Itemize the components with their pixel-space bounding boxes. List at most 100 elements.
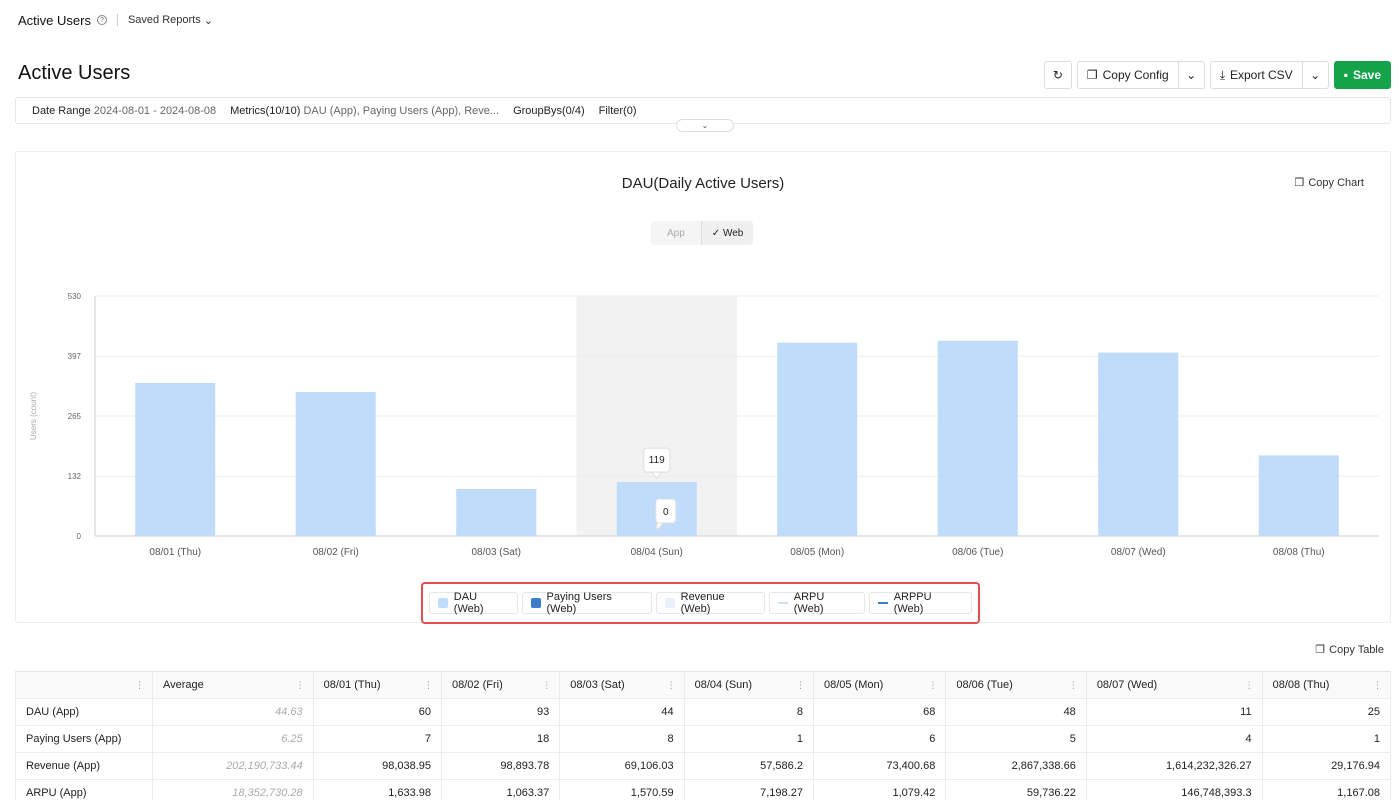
table-cell: 1,614,232,326.27 [1086, 752, 1263, 780]
export-csv-dropdown-button[interactable]: ⌄ [1302, 61, 1329, 89]
table-cell: 57,586.2 [684, 752, 814, 780]
table-header[interactable]: 08/04 (Sun) ⋮ [684, 671, 814, 699]
x-tick-label: 08/01 (Thu) [149, 547, 201, 558]
column-menu-icon[interactable]: ⋮ [1245, 680, 1254, 691]
header-label: Average [163, 679, 204, 691]
header-label: 08/08 (Thu) [1272, 679, 1330, 691]
table-cell: 29,176.94 [1262, 752, 1392, 780]
legend-item-paying-users-web[interactable]: Paying Users (Web) [521, 591, 652, 615]
export-csv-group: ⤓ Export CSV ⌄ [1209, 61, 1329, 89]
x-tick-label: 08/07 (Wed) [1111, 547, 1166, 558]
table-cell: 98,893.78 [441, 752, 561, 780]
column-menu-icon[interactable]: ⋮ [928, 680, 937, 691]
copy-config-dropdown-button[interactable]: ⌄ [1178, 61, 1205, 89]
table-header[interactable]: Average ⋮ [152, 671, 314, 699]
column-menu-icon[interactable]: ⋮ [424, 680, 433, 691]
help-icon[interactable]: ? [96, 15, 107, 25]
copy-config-button[interactable]: ❐ Copy Config [1076, 61, 1179, 89]
bar-dau-web [777, 342, 858, 536]
copy-icon: ❐ [1315, 644, 1326, 656]
saved-reports-label: Saved Reports [127, 14, 201, 26]
table-cell: 44 [559, 698, 685, 726]
legend-item-revenue-web[interactable]: Revenue (Web) [655, 591, 765, 615]
legend-item-arppu-web[interactable]: ARPPU (Web) [868, 591, 972, 615]
chevron-down-icon: ⌄ [1186, 68, 1197, 82]
export-csv-button[interactable]: ⤓ Export CSV [1209, 61, 1303, 89]
row-label: ARPU (App) [15, 779, 153, 800]
legend-swatch [877, 602, 888, 604]
date-range-value: 2024-08-01 - 2024-08-08 [93, 104, 217, 117]
copy-table-button[interactable]: ❐ Copy Table [1315, 643, 1384, 657]
expand-filters-button[interactable]: ⌄ [676, 119, 734, 132]
table-cell: 146,748,393.3 [1086, 779, 1263, 800]
tooltip-value: 119 [649, 455, 665, 466]
table-cell: 202,190,733.44 [152, 752, 314, 780]
table-header[interactable]: 08/03 (Sat) ⋮ [559, 671, 685, 699]
table-cell: 73,400.68 [813, 752, 947, 780]
legend-label: Paying Users (Web) [546, 591, 612, 615]
bar-dau-web [295, 392, 376, 536]
metrics-value: DAU (App), Paying Users (App), Reve... [303, 104, 500, 117]
table-header[interactable]: 08/05 (Mon) ⋮ [813, 671, 947, 699]
chart-legend: DAU (Web) Paying Users (Web) Revenue (We… [421, 582, 980, 624]
date-range-filter[interactable]: Date Range 2024-08-01 - 2024-08-08 [32, 105, 216, 117]
table-header[interactable]: 08/01 (Thu) ⋮ [313, 671, 443, 699]
table-cell: 69,106.03 [559, 752, 685, 780]
copy-icon: ❐ [1086, 68, 1098, 82]
y-tick-label: 265 [68, 412, 82, 421]
save-button[interactable]: ▪ Save [1333, 61, 1391, 89]
tooltip-value: 0 [663, 507, 669, 518]
column-menu-icon[interactable]: ⋮ [135, 680, 144, 691]
table-header[interactable]: 08/02 (Fri) ⋮ [441, 671, 561, 699]
x-tick-label: 08/02 (Fri) [313, 547, 359, 558]
table-cell: 59,736.22 [945, 779, 1087, 800]
table-cell: 8 [684, 698, 814, 726]
table-header[interactable]: ⋮ [15, 671, 153, 699]
groupbys-filter[interactable]: GroupBys(0/4) [513, 105, 585, 117]
legend-label: ARPPU (Web) [893, 591, 932, 615]
metrics-filter[interactable]: Metrics(10/10) DAU (App), Paying Users (… [230, 105, 499, 117]
refresh-button[interactable]: ↻ [1043, 61, 1072, 89]
copy-config-group: ❐ Copy Config ⌄ [1076, 61, 1205, 89]
saved-reports-dropdown[interactable]: Saved Reports ⌄ [128, 14, 213, 27]
table-header[interactable]: 08/08 (Thu) ⋮ [1262, 671, 1392, 699]
column-menu-icon[interactable]: ⋮ [1069, 680, 1078, 691]
legend-item-arpu-web[interactable]: ARPU (Web) [768, 591, 865, 615]
row-label: Paying Users (App) [15, 725, 153, 753]
x-tick-label: 08/03 (Sat) [472, 547, 521, 558]
header-label: 08/07 (Wed) [1096, 679, 1158, 691]
column-menu-icon[interactable]: ⋮ [796, 680, 805, 691]
table-cell: 93 [441, 698, 561, 726]
column-menu-icon[interactable]: ⋮ [542, 680, 551, 691]
filter-filter[interactable]: Filter(0) [599, 105, 637, 117]
column-menu-icon[interactable]: ⋮ [296, 680, 305, 691]
download-icon: ⤓ [1219, 67, 1225, 82]
table-row: ARPU (App) 18,352,730.28 1,633.98 1,063.… [15, 779, 1392, 800]
table-header[interactable]: 08/06 (Tue) ⋮ [945, 671, 1087, 699]
top-bar: Active Users ? Saved Reports ⌄ [18, 12, 213, 28]
table-header[interactable]: 08/07 (Wed) ⋮ [1086, 671, 1263, 699]
legend-item-dau-web[interactable]: DAU (Web) [429, 591, 518, 615]
x-tick-label: 08/08 (Thu) [1273, 547, 1325, 558]
divider [116, 14, 118, 26]
column-menu-icon[interactable]: ⋮ [667, 680, 676, 691]
header-label: 08/01 (Thu) [323, 679, 381, 691]
table-cell: 44.63 [152, 698, 314, 726]
y-tick-label: 397 [68, 352, 82, 361]
x-tick-label: 08/06 (Tue) [952, 547, 1003, 558]
table-cell: 25 [1262, 698, 1392, 726]
copy-table-label: Copy Table [1329, 643, 1384, 656]
x-tick-label: 08/05 (Mon) [790, 547, 844, 558]
data-table: ⋮ Average ⋮ 08/01 (Thu) ⋮ 08/02 (Fri) ⋮ 08/… [15, 671, 1392, 800]
metrics-label: Metrics(10/10) [230, 104, 301, 117]
y-tick-label: 0 [77, 532, 82, 541]
table-cell: 18,352,730.28 [152, 779, 314, 800]
table-cell: 6.25 [152, 725, 314, 753]
legend-swatch [530, 598, 541, 608]
bar-dau-web [456, 488, 537, 536]
y-tick-label: 530 [68, 292, 82, 301]
bar-chart[interactable]: 0 132 265 397 530 Users (count) 08/01 (Thu) 08/… [16, 152, 1392, 582]
header-label: 08/03 (Sat) [570, 679, 625, 691]
column-menu-icon[interactable]: ⋮ [1373, 680, 1382, 691]
table-cell: 1,570.59 [559, 779, 685, 800]
